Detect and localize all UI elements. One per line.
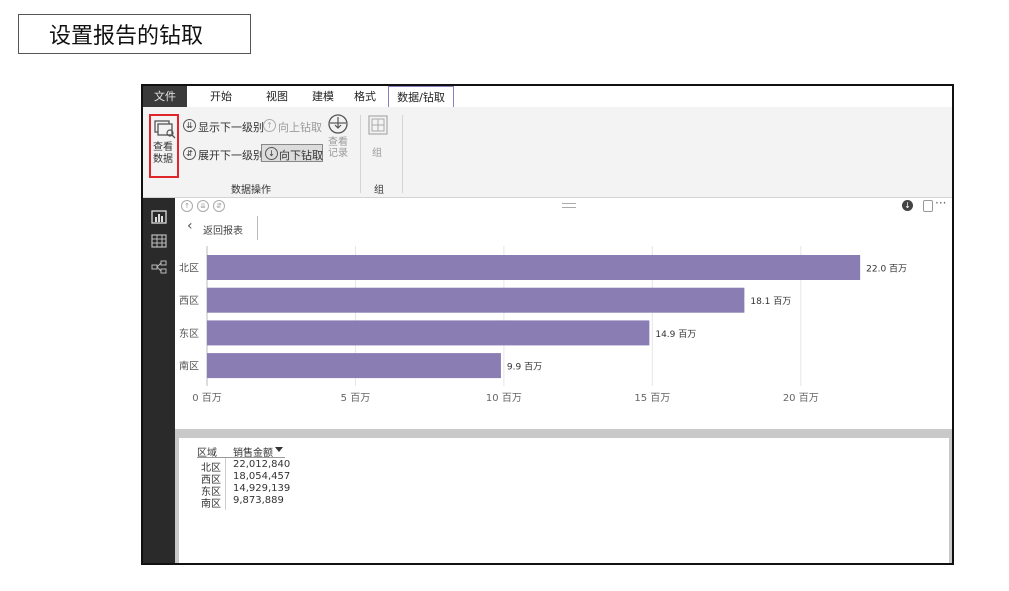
bar	[207, 255, 861, 280]
x-tick-label: 10 百万	[486, 392, 522, 404]
expand-next-level-button[interactable]: ⇵ 展开下一级别	[183, 147, 264, 162]
drill-down-label: 向下钻取	[279, 149, 323, 162]
group-icon	[368, 115, 388, 135]
table-cell: 22,012,840	[233, 459, 291, 470]
x-tick-label: 15 百万	[634, 392, 670, 404]
bar	[207, 353, 501, 379]
category-label: 北区	[179, 263, 199, 275]
menu-view[interactable]: 视图	[257, 86, 297, 107]
ribbon: 查看 数据 ⇊ 显示下一级别 ↑ 向上钻取 ⇵ 展开下一级别 ↓ 向下钻取 查看…	[143, 107, 952, 198]
menu-format[interactable]: 格式	[345, 86, 385, 107]
x-tick-label: 5 百万	[341, 392, 371, 404]
report-view-icon[interactable]	[151, 210, 167, 224]
drill-down-button[interactable]: ↓ 向下钻取	[261, 144, 323, 162]
view-records-icon	[328, 114, 348, 134]
menu-data-drill[interactable]: 数据/钻取	[388, 86, 454, 108]
view-data-icon	[154, 120, 176, 139]
table-cell: 南区	[201, 499, 221, 510]
expand-next-level-label: 展开下一级别	[198, 149, 264, 162]
up-arrow-icon: ↑	[263, 119, 276, 132]
category-label: 西区	[179, 295, 199, 307]
ribbon-separator	[402, 115, 403, 193]
view-records-label-1: 查看	[328, 137, 348, 148]
bar	[207, 287, 745, 313]
data-label: 18.1 百万	[750, 296, 791, 307]
menu-modeling[interactable]: 建模	[303, 86, 343, 107]
report-canvas: ↑ ⇊ ⇵ ↓ ··· ‹ 返回报表 0 百万 5 百万 10 百万 15 百万 20 …	[175, 196, 952, 418]
x-tick-label: 20 百万	[783, 392, 819, 404]
group-button[interactable]: 组	[367, 115, 391, 161]
table-column-divider	[225, 458, 226, 510]
view-records-button[interactable]: 查看 记录	[327, 113, 351, 161]
section-data-ops-label: 数据操作	[231, 185, 271, 196]
data-view-icon[interactable]	[151, 234, 167, 248]
expand-arrow-icon: ⇵	[183, 147, 196, 160]
table-cell: 9,873,889	[233, 495, 284, 506]
data-label: 22.0 百万	[866, 264, 907, 275]
table-visual: 区域 销售金额 北区 22,012,840 西区 18,054,457 东区 1…	[179, 438, 949, 563]
ribbon-separator	[360, 115, 361, 193]
section-group-label: 组	[374, 185, 384, 196]
app-window: 文件 开始 视图 建模 格式 数据/钻取 查看 数据 ⇊ 显示下一级别 ↑ 向上…	[141, 84, 954, 565]
view-data-label-2: 数据	[153, 154, 173, 165]
show-next-level-button[interactable]: ⇊ 显示下一级别	[183, 119, 264, 134]
data-label: 9.9 百万	[507, 362, 542, 373]
slide-title: 设置报告的钻取	[18, 14, 251, 54]
menu-home[interactable]: 开始	[201, 86, 241, 107]
category-label: 南区	[179, 360, 199, 373]
bar	[207, 320, 650, 346]
data-label: 14.9 百万	[655, 329, 696, 340]
menu-bar: 文件 开始 视图 建模 格式 数据/钻取	[143, 86, 952, 108]
table-cell: 14,929,139	[233, 483, 291, 494]
drill-up-label: 向上钻取	[278, 121, 322, 134]
view-records-label-2: 记录	[328, 148, 348, 159]
view-data-label-1: 查看	[153, 142, 173, 153]
slide-title-text: 设置报告的钻取	[49, 24, 204, 49]
sort-desc-icon[interactable]	[275, 447, 283, 452]
down-arrow-icon: ↓	[265, 147, 278, 160]
category-label: 东区	[179, 327, 199, 340]
table-cell: 18,054,457	[233, 471, 291, 482]
show-next-level-label: 显示下一级别	[198, 121, 264, 134]
bar-chart: 0 百万 5 百万 10 百万 15 百万 20 百万 北区 22.0 百万西区 18.1 百…	[179, 246, 907, 404]
double-down-arrow-icon: ⇊	[183, 119, 196, 132]
left-nav	[143, 198, 175, 563]
drill-up-button[interactable]: ↑ 向上钻取	[263, 119, 325, 134]
model-view-icon[interactable]	[151, 260, 167, 274]
x-tick-label: 0 百万	[192, 392, 222, 404]
view-data-button[interactable]: 查看 数据	[149, 114, 179, 178]
menu-file[interactable]: 文件	[143, 86, 187, 107]
table-header-divider	[197, 457, 285, 458]
group-label: 组	[372, 148, 382, 159]
